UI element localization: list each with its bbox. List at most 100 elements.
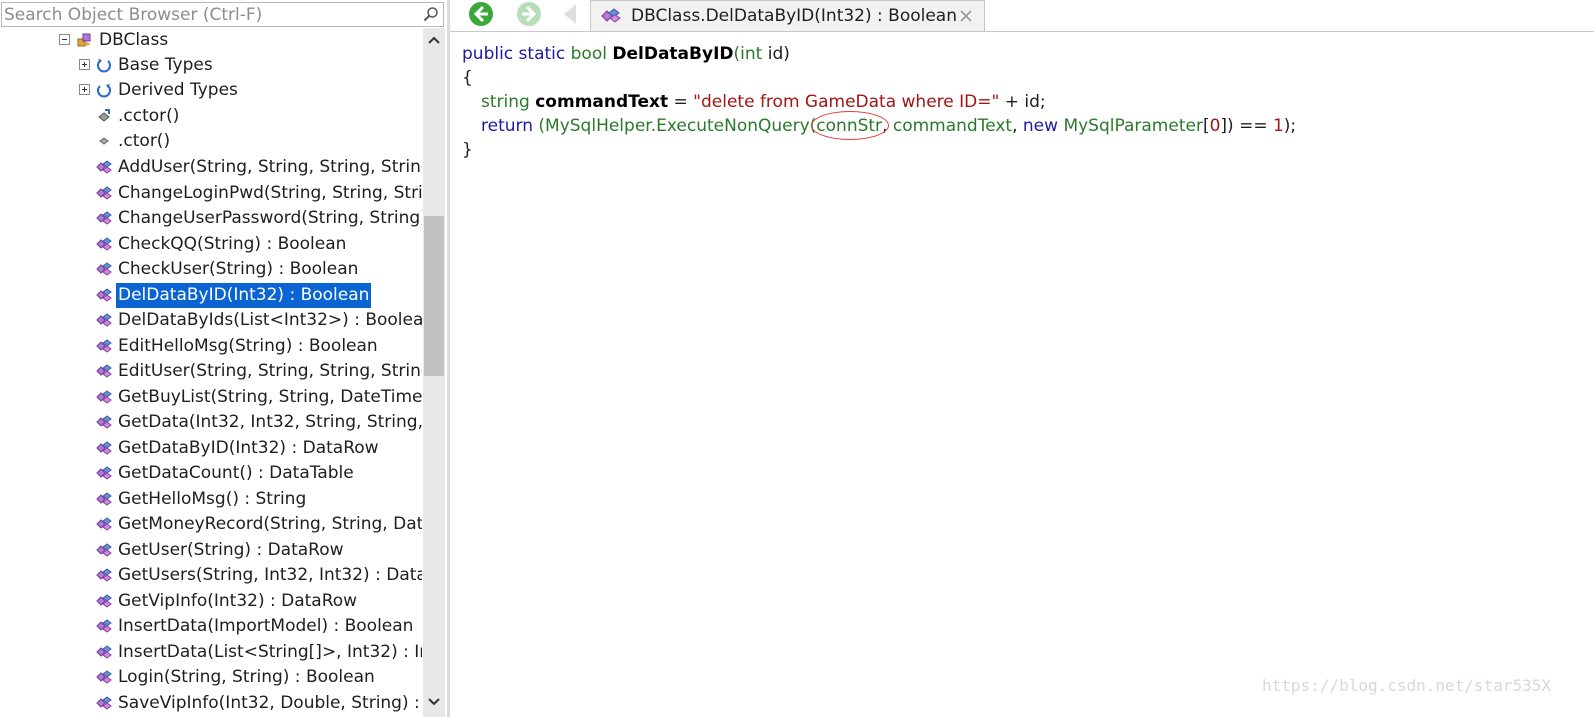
back-arrow-icon [469,2,493,26]
method-icon [96,567,112,583]
tree-node-label: GetBuyList(String, String, DateTime, [118,386,422,407]
tree-node-label: AddUser(String, String, String, String [118,157,422,177]
tab-scroll-left-button[interactable] [558,1,580,27]
code-token: connStr [816,116,883,136]
base-types-icon [96,57,112,73]
tree-node-label: .ctor() [118,131,171,151]
code-token: string [481,92,536,112]
code-token: = [668,92,694,112]
method-icon [96,338,112,354]
code-token: MySqlParameter [1063,116,1203,136]
code-line-command-text: string commandText = "delete from GameDa… [481,90,1046,114]
object-tree: DBClass Base Types Derived Types .cctor(… [0,28,422,717]
method-icon [96,465,112,481]
tree-node-label: GetVipInfo(Int32) : DataRow [118,590,358,611]
method-icon [96,261,112,277]
code-line-return: return (MySqlHelper.ExecuteNonQuery(conn… [481,111,1296,140]
code-token: return [481,116,539,136]
expand-icon[interactable] [79,84,90,95]
code-view: public static bool DelDataByID(int id) {… [462,42,1582,682]
code-token: , [1012,116,1023,136]
tree-node-label: Login(String, String) : Boolean [118,667,375,687]
tree-node-label: Base Types [118,55,213,75]
close-icon[interactable] [958,8,974,24]
tree-node-label: DelDataByIds(List<Int32>) : Boolean [118,310,422,330]
conn-str-token: connStr [811,111,890,140]
static-constructor-icon [96,108,112,124]
method-icon [96,440,112,456]
method-icon [96,185,112,201]
search-icon[interactable] [423,6,439,22]
document-tab[interactable]: DBClass.DelDataByID(Int32) : Boolean [590,0,985,31]
string-literal: "delete from GameData where ID=" [693,92,1000,112]
code-token: + id; [999,92,1046,112]
tree-node-label: GetData(Int32, Int32, String, String, [118,412,422,432]
method-icon [96,593,112,609]
tree-node-label: EditHelloMsg(String) : Boolean [118,335,378,356]
tree-scrollbar[interactable] [423,28,445,717]
method-icon [601,7,621,25]
collapse-icon[interactable] [59,34,70,45]
code-line-open-brace: { [462,68,473,88]
method-icon [96,618,112,634]
chevron-up-icon[interactable] [423,30,445,52]
derived-types-icon [96,82,112,98]
method-icon [96,516,112,532]
tree-node-label: CheckQQ(String) : Boolean [118,233,347,254]
back-button[interactable] [468,1,494,27]
tree-node-label: InsertData(List<String[]>, Int32) : Int [118,641,422,662]
tab-divider [450,31,1594,32]
method-icon [96,644,112,660]
tab-title: DBClass.DelDataByID(Int32) : Boolean [631,6,957,26]
class-icon [77,32,93,48]
code-token: id) [762,44,790,64]
tree-node-label: InsertData(ImportModel) : Boolean [118,616,414,636]
tree-node-label: GetUser(String) : DataRow [118,539,344,560]
method-name: DelDataByID [612,44,734,64]
method-icon [96,363,112,379]
tree-node-label: EditUser(String, String, String, String [118,361,422,381]
method-icon [96,414,112,430]
code-token: public static [462,44,571,64]
method-icon [96,210,112,226]
method-icon [96,287,112,303]
tree-node-label: GetMoneyRecord(String, String, Dat [118,514,422,534]
variable-name: commandText [535,92,669,112]
code-line-close-brace: } [462,140,473,160]
method-icon [96,542,112,558]
scroll-thumb[interactable] [424,216,444,376]
watermark: https://blog.csdn.net/star535X [1262,676,1551,695]
tree-node-label: Derived Types [118,80,238,100]
code-token: [ [1202,116,1210,136]
code-line-signature: public static bool DelDataByID(int id) [462,42,790,66]
tree-node-label: GetHelloMsg() : String [118,488,307,509]
forward-arrow-icon [517,2,541,26]
tree-node-label: ChangeLoginPwd(String, String, Stri [118,182,422,203]
code-token: 1 [1272,116,1284,136]
method-icon [96,695,112,711]
method-icon [96,669,112,685]
search-input[interactable] [4,4,414,25]
constructor-icon [96,133,112,149]
search-box[interactable] [1,2,444,27]
code-token: new [1022,116,1064,136]
tree-node-label: DBClass [99,30,169,50]
tree-node-label: GetUsers(String, Int32, Int32) : DataT [118,565,422,585]
code-token: bool [570,44,613,64]
forward-button[interactable] [516,1,542,27]
code-token: 0 [1209,116,1221,136]
code-token: ( [809,116,817,136]
method-call: MySqlHelper.ExecuteNonQuery [545,116,810,136]
object-browser-panel: DBClass Base Types Derived Types .cctor(… [0,0,447,717]
tree-node-label: CheckUser(String) : Boolean [118,259,359,279]
method-icon [96,389,112,405]
tree-node-label: GetDataByID(Int32) : DataRow [118,437,379,458]
tree-node-label: DelDataByID(Int32) : Boolean [116,282,372,308]
expand-icon[interactable] [79,59,90,70]
method-icon [96,236,112,252]
panel-splitter[interactable] [447,0,450,717]
chevron-down-icon[interactable] [423,691,445,713]
tree-node-label: ChangeUserPassword(String, String) [118,208,422,228]
code-token: ]) == [1220,116,1273,136]
tree-node-label: .cctor() [118,106,180,126]
